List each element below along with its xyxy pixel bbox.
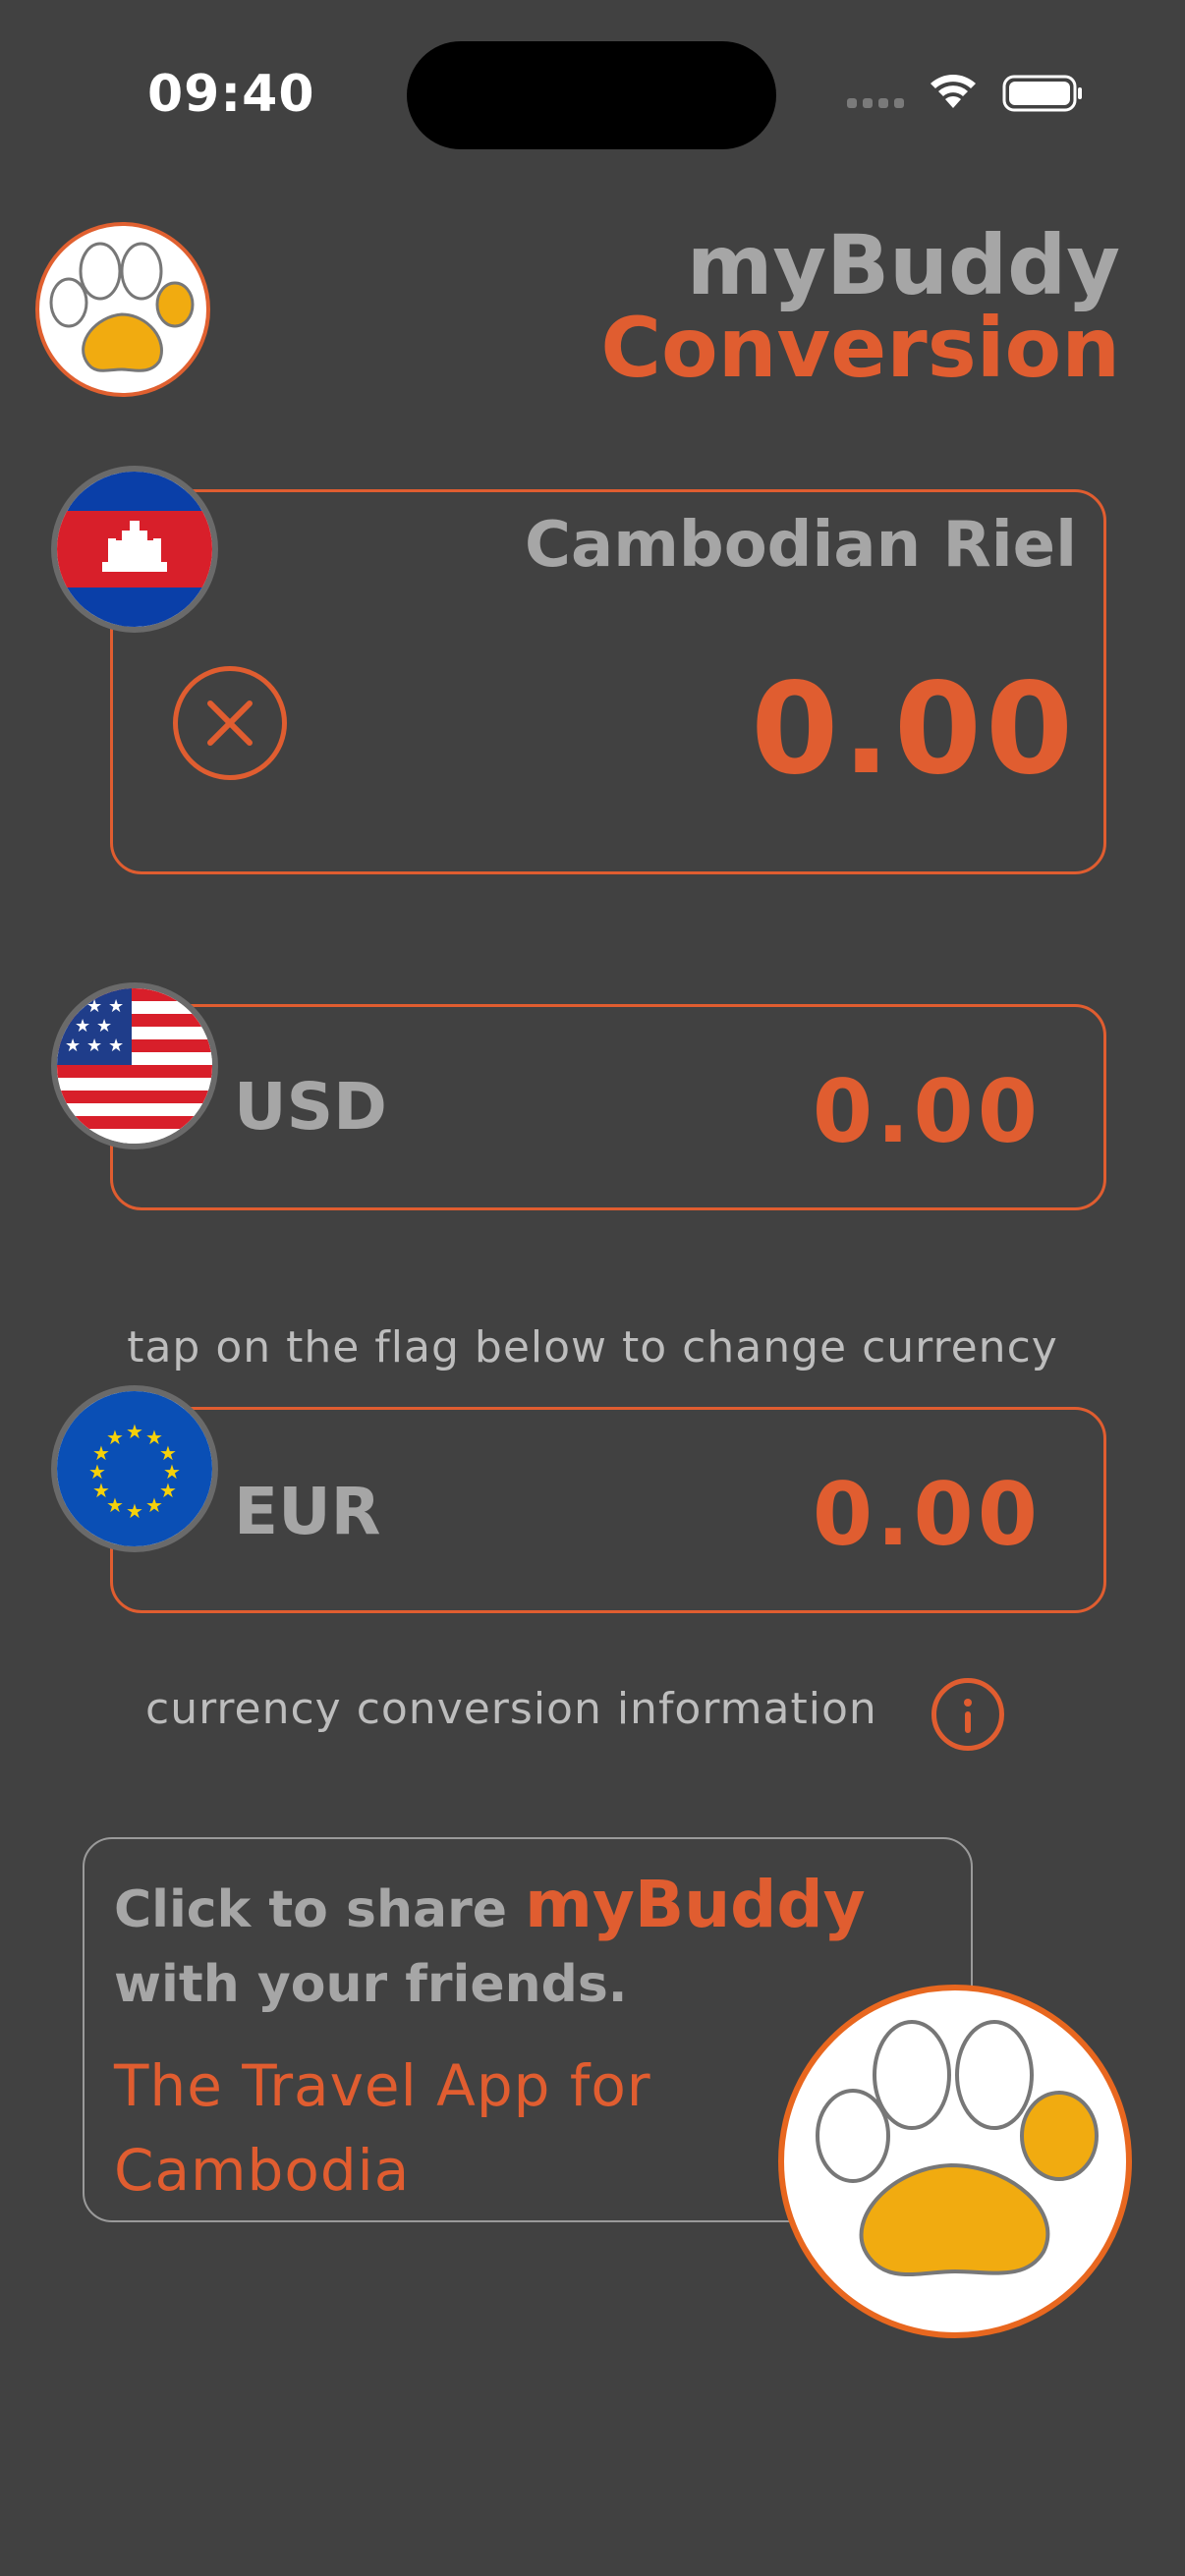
dynamic-island <box>407 41 776 149</box>
screen-title: Conversion <box>600 300 1120 396</box>
usd-amount: 0.00 <box>812 1061 1042 1162</box>
svg-text:★: ★ <box>108 996 124 1017</box>
eur-amount: 0.00 <box>812 1464 1042 1565</box>
cambodia-flag-icon[interactable] <box>51 466 218 633</box>
change-currency-hint: tap on the flag below to change currency <box>127 1322 1058 1372</box>
paw-logo-icon[interactable] <box>35 222 210 397</box>
svg-text:★: ★ <box>126 1499 143 1523</box>
svg-text:★: ★ <box>86 1036 102 1056</box>
clear-icon <box>207 700 253 746</box>
wifi-icon <box>931 75 976 108</box>
paw-logo-large-icon[interactable] <box>778 1985 1132 2338</box>
battery-icon <box>1002 75 1082 112</box>
svg-text:★: ★ <box>145 1493 163 1517</box>
clear-button[interactable] <box>173 666 287 780</box>
svg-text:★: ★ <box>75 1016 90 1036</box>
info-icon <box>964 1699 972 1733</box>
info-button[interactable] <box>931 1678 1004 1751</box>
svg-text:★: ★ <box>86 996 102 1017</box>
svg-text:★: ★ <box>65 996 81 1017</box>
share-line1: Click to share myBuddy <box>114 1867 866 1942</box>
conversion-info-label: currency conversion information <box>145 1684 877 1734</box>
status-icons <box>847 75 1082 112</box>
share-prefix: Click to share <box>114 1880 526 1939</box>
share-tagline: The Travel App for Cambodia <box>114 2052 651 2204</box>
svg-text:★: ★ <box>65 1036 81 1056</box>
svg-text:★: ★ <box>126 1420 143 1443</box>
status-time: 09:40 <box>147 65 315 124</box>
svg-text:★: ★ <box>108 1036 124 1056</box>
share-line2: with your friends. <box>114 1955 628 2014</box>
us-flag-icon[interactable]: ★ ★ ★ ★ ★ ★ ★ ★ <box>51 982 218 1149</box>
riel-amount-input[interactable]: 0.00 <box>751 656 1077 803</box>
svg-text:★: ★ <box>96 1016 112 1036</box>
main-currency-name: Cambodian Riel <box>525 509 1077 582</box>
eur-code: EUR <box>234 1474 381 1549</box>
app-title: myBuddy <box>686 217 1120 313</box>
screen: 09:40 myBuddy Conversion Cambodian Riel … <box>0 0 1185 2576</box>
share-brand: myBuddy <box>525 1867 866 1942</box>
usd-code: USD <box>234 1069 387 1145</box>
svg-text:★: ★ <box>106 1426 124 1449</box>
eu-flag-icon[interactable]: ★ ★ ★ ★ ★ ★ ★ ★ ★ ★ ★ ★ <box>51 1385 218 1552</box>
cellular-signal-icon <box>847 98 904 108</box>
